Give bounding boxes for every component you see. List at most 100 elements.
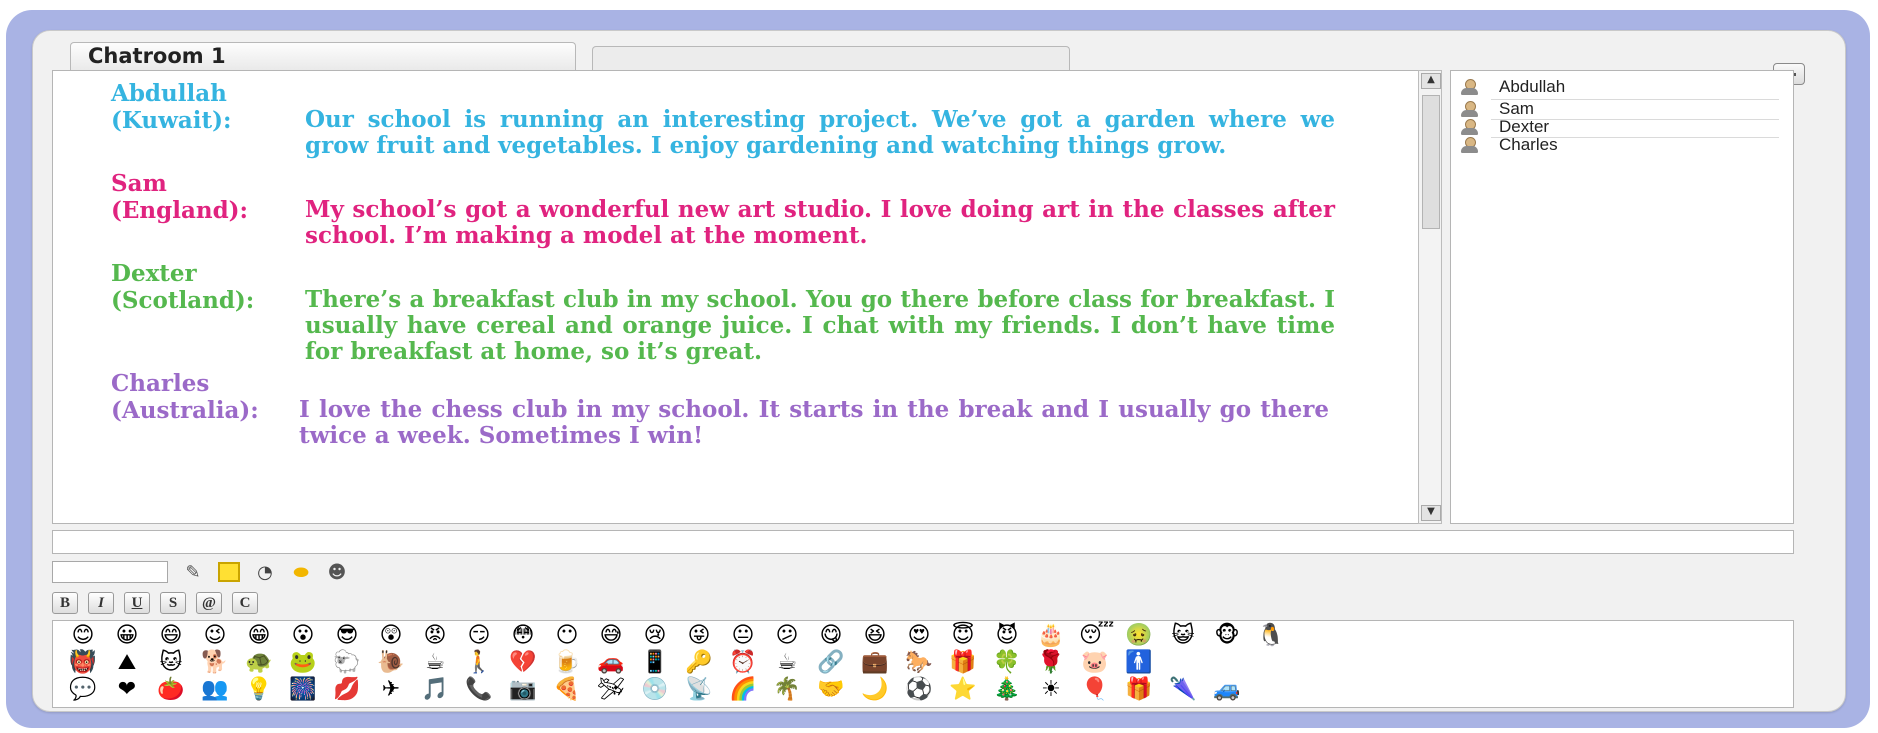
italic-button[interactable]: I — [88, 592, 114, 614]
emoticon-icon[interactable]: 😐 — [727, 623, 759, 649]
emoticon-icon[interactable]: 💋 — [331, 677, 363, 703]
emoticon-icon[interactable]: ✈ — [375, 677, 407, 703]
tab-second[interactable] — [592, 46, 1070, 71]
emoticon-icon[interactable]: 😅 — [595, 623, 627, 649]
user-item[interactable]: Abdullah — [1459, 77, 1565, 97]
emoticon-icon[interactable]: 🍀 — [991, 650, 1023, 676]
emoticon-icon[interactable]: 💿 — [639, 677, 671, 703]
emoticon-icon[interactable]: 🚙 — [1211, 677, 1243, 703]
emoticon-icon[interactable]: 🍅 — [155, 677, 187, 703]
emoticon-icon[interactable]: 🌴 — [771, 677, 803, 703]
emoticon-icon[interactable]: 💼 — [859, 650, 891, 676]
emoticon-icon[interactable]: 🎁 — [1123, 677, 1155, 703]
emoticon-icon[interactable]: 😋 — [815, 623, 847, 649]
scroll-thumb[interactable] — [1422, 95, 1440, 229]
emoticon-icon[interactable]: 🐷 — [1079, 650, 1111, 676]
emoticon-icon[interactable]: 😮 — [287, 623, 319, 649]
emoticon-icon[interactable]: 😶 — [551, 623, 583, 649]
emoticon-icon[interactable]: 🐵 — [1211, 623, 1243, 649]
emoticon-icon[interactable]: 🎈 — [1079, 677, 1111, 703]
emoticon-icon[interactable]: 😢 — [639, 623, 671, 649]
emoticon-icon[interactable]: 😎 — [331, 623, 363, 649]
emoticon-icon[interactable]: 🌈 — [727, 677, 759, 703]
message-input[interactable] — [52, 530, 1794, 554]
emoticon-icon[interactable]: 😡 — [419, 623, 451, 649]
emoticon-icon[interactable]: 🎂 — [1035, 623, 1067, 649]
emoticon-icon[interactable]: 🐱 — [155, 650, 187, 676]
emoticon-icon[interactable]: 😍 — [903, 623, 935, 649]
emoticon-icon[interactable]: 💬 — [67, 677, 99, 703]
emoticon-icon[interactable]: ⭐ — [947, 677, 979, 703]
emoticon-icon[interactable]: 🌂 — [1167, 677, 1199, 703]
emoticon-icon[interactable]: 💔 — [507, 650, 539, 676]
emoticon-icon[interactable]: 👥 — [199, 677, 231, 703]
emoticon-icon[interactable]: ❤ — [111, 677, 143, 703]
emoticon-icon[interactable]: 😁 — [243, 623, 275, 649]
emoticon-icon[interactable]: 🎵 — [419, 677, 451, 703]
emoticon-icon[interactable]: 📞 — [463, 677, 495, 703]
color-square-icon[interactable] — [218, 561, 240, 583]
emoticon-icon[interactable]: 🎆 — [287, 677, 319, 703]
scroll-down-arrow-icon[interactable]: ▼ — [1421, 505, 1441, 521]
emoticon-icon[interactable]: 🤢 — [1123, 623, 1155, 649]
emoticon-icon[interactable]: 😕 — [771, 623, 803, 649]
emoticon-icon[interactable]: ⚽ — [903, 677, 935, 703]
emoticon-icon[interactable]: 🚶 — [463, 650, 495, 676]
emoticon-icon[interactable]: 😜 — [683, 623, 715, 649]
clear-button[interactable]: C — [232, 592, 258, 614]
emoticon-icon[interactable]: ⛰ — [111, 650, 143, 676]
emoticon-icon[interactable]: ⏰ — [727, 650, 759, 676]
chat-scrollbar[interactable]: ▲ ▼ — [1418, 70, 1442, 524]
emoticon-icon[interactable]: 📷 — [507, 677, 539, 703]
emoticon-icon[interactable]: ☀ — [1035, 677, 1067, 703]
font-select[interactable] — [52, 561, 168, 583]
emoticon-icon[interactable]: 🎄 — [991, 677, 1023, 703]
emoticon-icon[interactable]: 🔗 — [815, 650, 847, 676]
user-item[interactable]: Sam — [1459, 99, 1534, 119]
emoticon-icon[interactable]: 😺 — [1167, 623, 1199, 649]
emoticon-icon[interactable]: 🍺 — [551, 650, 583, 676]
contact-icon[interactable]: ☻ — [326, 561, 348, 583]
emoticon-icon[interactable]: 😀 — [111, 623, 143, 649]
emoticon-icon[interactable]: 🛩 — [595, 677, 627, 703]
emoticon-icon[interactable]: 😆 — [859, 623, 891, 649]
emoticon-icon[interactable]: 🐸 — [287, 650, 319, 676]
emoticon-icon[interactable]: 😄 — [155, 623, 187, 649]
emoticon-icon[interactable]: 📱 — [639, 650, 671, 676]
emoticon-icon[interactable]: 😏 — [463, 623, 495, 649]
emoticon-icon[interactable]: 🔑 — [683, 650, 715, 676]
emoticon-icon[interactable]: 😉 — [199, 623, 231, 649]
user-item[interactable]: Charles — [1459, 135, 1558, 155]
bold-button[interactable]: B — [52, 592, 78, 614]
emoticon-icon[interactable]: 📡 — [683, 677, 715, 703]
emoticon-icon[interactable]: 😊 — [67, 623, 99, 649]
emoticon-icon[interactable]: 🚗 — [595, 650, 627, 676]
pen-icon[interactable]: ✎ — [182, 561, 204, 583]
emoticon-icon[interactable]: 😇 — [947, 623, 979, 649]
emoticon-icon[interactable]: 👹 — [67, 650, 99, 676]
emoticon-icon[interactable]: 😴 — [1079, 623, 1114, 649]
emoticon-icon[interactable]: 🚹 — [1123, 650, 1155, 676]
strike-button[interactable]: S — [160, 592, 186, 614]
underline-button[interactable]: U — [124, 592, 150, 614]
emoticon-icon[interactable]: 😳 — [507, 623, 539, 649]
emoticon-icon[interactable]: 🐌 — [375, 650, 407, 676]
emoticon-icon[interactable]: 😲 — [375, 623, 407, 649]
flash-icon[interactable]: ⬬ — [290, 561, 312, 583]
emoticon-icon[interactable]: 🤝 — [815, 677, 847, 703]
emoticon-icon[interactable]: 🐕 — [199, 650, 231, 676]
scroll-up-arrow-icon[interactable]: ▲ — [1421, 73, 1441, 89]
emoticon-icon[interactable]: 🍕 — [551, 677, 583, 703]
emoticon-icon[interactable]: 🐑 — [331, 650, 363, 676]
emoticon-icon[interactable]: 🌙 — [859, 677, 891, 703]
emoticon-icon[interactable]: 🐎 — [903, 650, 935, 676]
emoticon-icon[interactable]: 🎁 — [947, 650, 979, 676]
clock-icon[interactable]: ◔ — [254, 561, 276, 583]
emoticon-icon[interactable]: 🐢 — [243, 650, 275, 676]
user-item[interactable]: Dexter — [1459, 117, 1549, 137]
emoticon-icon[interactable]: 💡 — [243, 677, 275, 703]
emoticon-icon[interactable]: ☕ — [771, 650, 803, 676]
at-button[interactable]: @ — [196, 592, 222, 614]
emoticon-icon[interactable]: 🐧 — [1255, 623, 1287, 649]
emoticon-icon[interactable]: 🌹 — [1035, 650, 1067, 676]
